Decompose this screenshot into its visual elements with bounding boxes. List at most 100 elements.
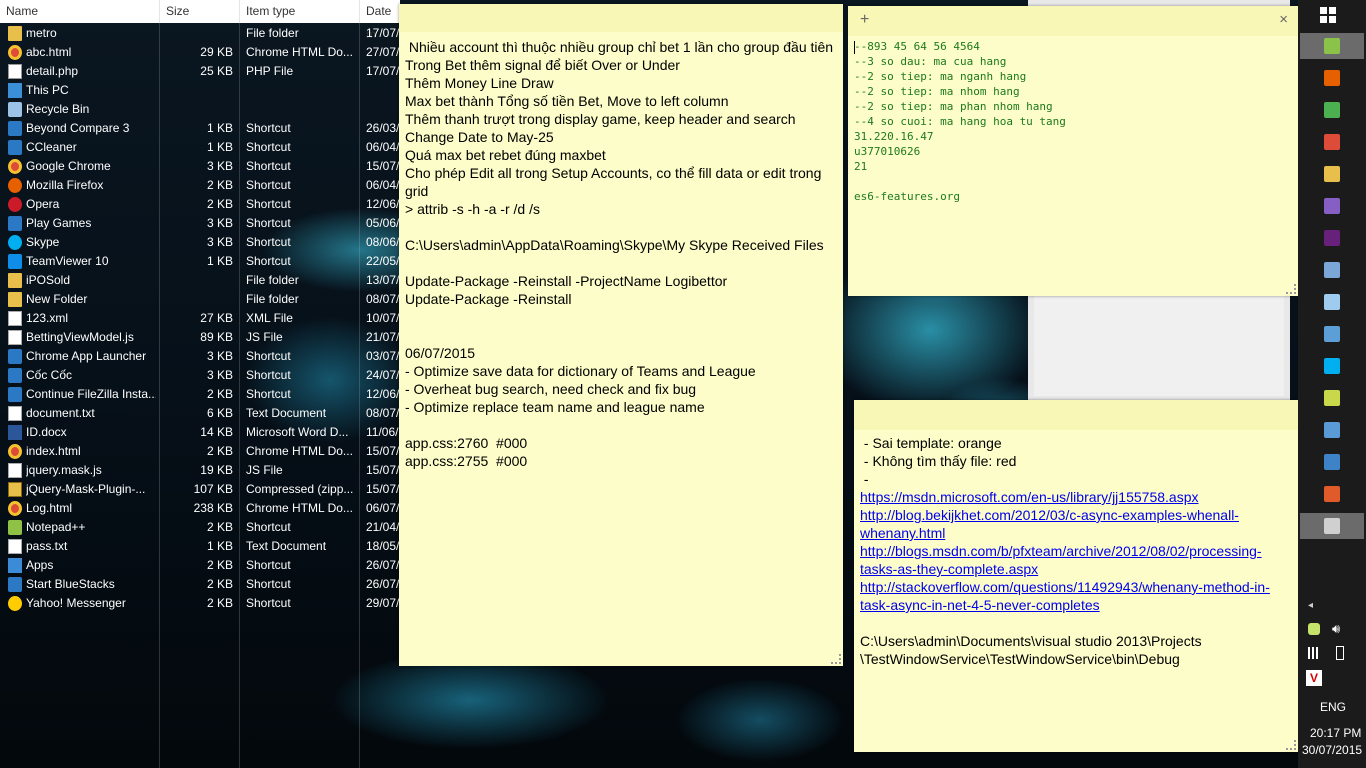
network-signal-icon[interactable]: [1308, 647, 1321, 659]
note-text[interactable]: --893 45 64 56 4564 --3 so dau: ma cua h…: [854, 39, 1284, 204]
file-name: index.html: [26, 444, 81, 458]
file-row[interactable]: BettingViewModel.js 89 KB JS File 21/07/: [0, 328, 400, 347]
input-language[interactable]: ENG: [1320, 700, 1346, 714]
file-row[interactable]: Mozilla Firefox 2 KB Shortcut 06/04/: [0, 176, 400, 195]
file-row[interactable]: Recycle Bin: [0, 100, 400, 119]
note-text[interactable]: Nhiều account thì thuộc nhiều group chỉ …: [405, 38, 835, 470]
taskbar-app-button[interactable]: [1312, 226, 1352, 250]
file-date: 26/03/: [366, 121, 400, 135]
file-date: 06/07/: [366, 501, 400, 515]
file-type: Shortcut: [246, 558, 291, 572]
file-row[interactable]: ID.docx 14 KB Microsoft Word D... 11/06/: [0, 423, 400, 442]
link-blog-bekijkhet[interactable]: http://blog.bekijkhet.com/2012/03/c-asyn…: [860, 507, 1239, 541]
file-row[interactable]: Chrome App Launcher 3 KB Shortcut 03/07/: [0, 347, 400, 366]
folder-icon: [8, 26, 22, 41]
file-row[interactable]: metro File folder 17/07/: [0, 24, 400, 43]
file-name: document.txt: [26, 406, 95, 420]
file-row[interactable]: New Folder File folder 08/07/: [0, 290, 400, 309]
file-row[interactable]: index.html 2 KB Chrome HTML Do... 15/07/: [0, 442, 400, 461]
file-row[interactable]: detail.php 25 KB PHP File 17/07/: [0, 62, 400, 81]
file-date: 13/07/: [366, 273, 400, 287]
taskbar-app-button[interactable]: [1312, 290, 1352, 314]
file-manager-icon: [1324, 38, 1340, 54]
close-note-button[interactable]: ×: [1279, 11, 1288, 28]
file-row[interactable]: Notepad++ 2 KB Shortcut 21/04/: [0, 518, 400, 537]
taskbar-app-button[interactable]: [1312, 258, 1352, 282]
taskbar-app-button[interactable]: [1312, 194, 1352, 218]
column-header-row: Name Size Item type Date m: [0, 0, 400, 41]
taskbar-app-button[interactable]: [1312, 450, 1352, 474]
unikey-icon[interactable]: V: [1306, 670, 1322, 686]
taskbar-app-button[interactable]: [1312, 98, 1352, 122]
file-type: XML File: [246, 311, 293, 325]
file-row[interactable]: jQuery-Mask-Plugin-... 107 KB Compressed (…: [0, 480, 400, 499]
file-row[interactable]: Continue FileZilla Insta... 2 KB Shortcut 1…: [0, 385, 400, 404]
taskbar-app-button[interactable]: [1312, 418, 1352, 442]
taskbar-app-button[interactable]: [1312, 482, 1352, 506]
taskbar-app-button[interactable]: [1312, 34, 1352, 58]
taskbar-app-button[interactable]: [1312, 162, 1352, 186]
file-row[interactable]: Google Chrome 3 KB Shortcut 15/07/: [0, 157, 400, 176]
taskbar-app-button[interactable]: [1312, 322, 1352, 346]
link-stackoverflow[interactable]: http://stackoverflow.com/questions/11492…: [860, 579, 1270, 613]
file-size: 25 KB: [200, 64, 233, 78]
resize-grip-icon[interactable]: [1286, 740, 1296, 750]
taskbar-app-button[interactable]: [1312, 386, 1352, 410]
sticky-note-main[interactable]: Nhiều account thì thuộc nhiều group chỉ …: [399, 4, 843, 666]
file-row[interactable]: This PC: [0, 81, 400, 100]
taskbar-app-button[interactable]: [1312, 514, 1352, 538]
file-type: PHP File: [246, 64, 294, 78]
clock-date[interactable]: 30/07/2015: [1302, 743, 1362, 757]
start-button[interactable]: [1298, 0, 1366, 30]
file-row[interactable]: Skype 3 KB Shortcut 08/06/: [0, 233, 400, 252]
note-title-bar[interactable]: [399, 4, 843, 32]
tray-app-icon[interactable]: [1308, 623, 1320, 635]
file-row[interactable]: Play Games 3 KB Shortcut 05/06/: [0, 214, 400, 233]
file-row[interactable]: Beyond Compare 3 1 KB Shortcut 26/03/: [0, 119, 400, 138]
resize-grip-icon[interactable]: [1286, 284, 1296, 294]
file-row[interactable]: jquery.mask.js 19 KB JS File 15/07/: [0, 461, 400, 480]
add-note-button[interactable]: +: [860, 11, 869, 29]
file-name: New Folder: [26, 292, 88, 306]
resize-grip-icon[interactable]: [831, 654, 841, 664]
file-row[interactable]: TeamViewer 10 1 KB Shortcut 22/05/: [0, 252, 400, 271]
file-row[interactable]: iPOSold File folder 13/07/: [0, 271, 400, 290]
file-row[interactable]: Log.html 238 KB Chrome HTML Do... 06/07/: [0, 499, 400, 518]
sticky-note-codes[interactable]: + × --893 45 64 56 4564 --3 so dau: ma c…: [848, 6, 1298, 296]
app-icon: [1324, 518, 1340, 534]
sticky-note-links[interactable]: - Sai template: orange - Không tìm thấy …: [854, 400, 1298, 752]
file-type: Text Document: [246, 539, 327, 553]
column-date-modified[interactable]: Date m: [360, 0, 400, 41]
file-row[interactable]: Opera 2 KB Shortcut 12/06/: [0, 195, 400, 214]
zip-icon: [8, 482, 22, 497]
file-row[interactable]: Cốc Cốc 3 KB Shortcut 24/07/: [0, 366, 400, 385]
note-title-bar[interactable]: [848, 6, 1298, 36]
file-row[interactable]: Yahoo! Messenger 2 KB Shortcut 29/07/: [0, 594, 400, 613]
file-type: Microsoft Word D...: [246, 425, 349, 439]
volume-icon[interactable]: 🔊︎: [1332, 621, 1340, 637]
column-item-type[interactable]: Item type: [240, 0, 360, 23]
battery-icon[interactable]: [1336, 646, 1344, 660]
file-row[interactable]: CCleaner 1 KB Shortcut 06/04/: [0, 138, 400, 157]
column-size[interactable]: Size: [160, 0, 240, 23]
chrome-icon: [8, 444, 22, 459]
file-row[interactable]: 123.xml 27 KB XML File 10/07/: [0, 309, 400, 328]
show-hidden-icons-chevron-icon[interactable]: ◂: [1308, 600, 1313, 611]
note-text[interactable]: - Sai template: orange - Không tìm thấy …: [860, 434, 1290, 668]
file-type: Chrome HTML Do...: [246, 45, 353, 59]
file-row[interactable]: pass.txt 1 KB Text Document 18/05/: [0, 537, 400, 556]
link-msdn-library[interactable]: https://msdn.microsoft.com/en-us/library…: [860, 489, 1198, 505]
clock-time[interactable]: 20:17 PM: [1310, 726, 1361, 740]
file-row[interactable]: document.txt 6 KB Text Document 08/07/: [0, 404, 400, 423]
file-name: Cốc Cốc: [26, 368, 73, 382]
taskbar-app-button[interactable]: [1312, 354, 1352, 378]
note-title-bar[interactable]: [854, 400, 1298, 430]
taskbar-app-button[interactable]: [1312, 66, 1352, 90]
link-blogs-msdn-pfxteam[interactable]: http://blogs.msdn.com/b/pfxteam/archive/…: [860, 543, 1262, 577]
file-row[interactable]: Start BlueStacks 2 KB Shortcut 26/07/: [0, 575, 400, 594]
taskbar-app-button[interactable]: [1312, 130, 1352, 154]
file-row[interactable]: Apps 2 KB Shortcut 26/07/: [0, 556, 400, 575]
column-name[interactable]: Name: [0, 0, 160, 23]
folder-icon: [8, 273, 22, 288]
file-row[interactable]: abc.html 29 KB Chrome HTML Do... 27/07/: [0, 43, 400, 62]
